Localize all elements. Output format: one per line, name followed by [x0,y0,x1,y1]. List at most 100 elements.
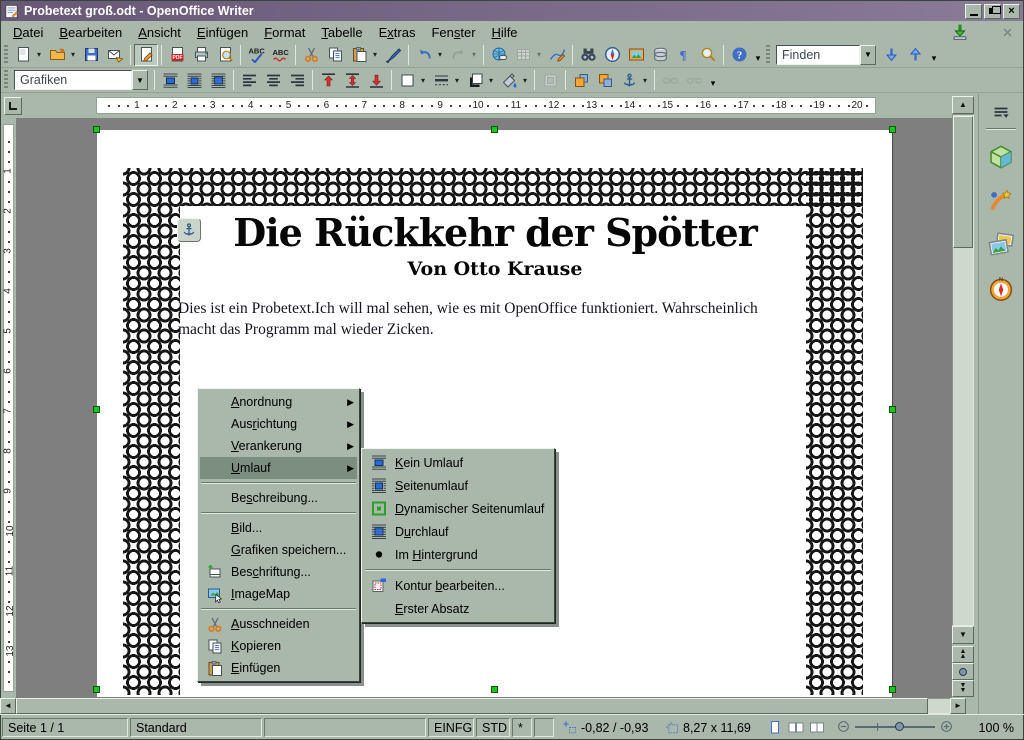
context-menu-item-ausschneiden[interactable]: Ausschneiden [200,613,357,635]
previous-page-button[interactable]: ▲▲ [952,646,974,663]
minimize-button[interactable] [965,4,982,19]
menu-bearbeiten[interactable]: Bearbeiten [51,23,130,42]
anchor-dropdown[interactable]: ▾ [639,69,651,91]
paste-dropdown[interactable]: ▾ [369,44,381,66]
context-menu-item-beschreibung[interactable]: Beschreibung... [200,487,357,509]
view-multi-icon[interactable] [787,719,805,736]
open-button[interactable] [45,44,69,66]
submenu-item-im-hintergrund[interactable]: Im Hintergrund [364,543,552,566]
toolbar-options-icon[interactable]: ▾ [751,44,765,66]
view-single-icon[interactable] [766,719,784,736]
restore-button[interactable] [984,4,1001,19]
status-page-number[interactable]: Seite 1 / 1 [2,718,128,737]
spellcheck-button[interactable]: ABC [244,44,268,66]
navigation-dot-button[interactable] [952,663,974,680]
menu-extras[interactable]: Extras [371,23,424,42]
formatting-marks-button[interactable]: ¶ [672,44,696,66]
zoom-in-icon[interactable] [939,719,954,734]
status-modified-flag[interactable]: * [512,718,532,737]
unlink-frames-button[interactable] [682,69,706,91]
borders-dropdown[interactable]: ▾ [417,69,429,91]
update-available-icon[interactable] [951,23,969,41]
area-fill-button[interactable] [497,69,521,91]
link-frames-button[interactable] [658,69,682,91]
align-left-button[interactable] [237,69,261,91]
copy-button[interactable] [323,44,347,66]
selection-handle-bottom-right[interactable] [889,686,896,693]
submenu-item-erster-absatz[interactable]: Erster Absatz [364,597,552,620]
wrap-through-button[interactable] [206,69,230,91]
paste-button[interactable] [347,44,371,66]
to-top-button[interactable] [316,69,340,91]
context-menu-item-beschriftung[interactable]: Beschriftung... [200,561,357,583]
horizontal-ruler[interactable]: 1234567891011121314151617181920 [1,94,952,118]
context-menu-item-umlauf[interactable]: Umlauf▶ [200,457,357,479]
status-position[interactable]: -0,82 / -0,93 [556,718,656,737]
align-right-button[interactable] [285,69,309,91]
selection-handle-bottom-left[interactable] [93,686,100,693]
send-to-back-button[interactable] [593,69,617,91]
undo-dropdown[interactable]: ▾ [434,44,446,66]
styles-deck-icon[interactable] [988,188,1014,214]
sidebar-settings-icon[interactable] [991,102,1011,122]
draw-functions-button[interactable] [545,44,569,66]
status-insert-mode[interactable]: EINFG [428,718,474,737]
toolbar-options-icon[interactable]: ▾ [927,44,941,66]
line-style-dropdown[interactable]: ▾ [451,69,463,91]
gallery-deck-icon[interactable] [988,232,1014,258]
tab-selector-button[interactable] [4,97,22,115]
context-menu-item-grafiken-speichern[interactable]: Grafiken speichern... [200,539,357,561]
frame-properties-button[interactable] [538,69,562,91]
submenu-item-dynamischer-seitenumlauf[interactable]: Dynamischer Seitenumlauf [364,497,552,520]
shadow-button[interactable] [463,69,487,91]
submenu-item-kein-umlauf[interactable]: Kein Umlauf [364,451,552,474]
cut-button[interactable] [299,44,323,66]
menu-ansicht[interactable]: Ansicht [130,23,189,42]
submenu-item-kontur-bearbeiten[interactable]: Kontur bearbeiten... [364,574,552,597]
document-title[interactable]: Die Rückkehr der Spötter [97,210,893,255]
frame-style-input[interactable]: Grafiken▼ [14,70,148,90]
toolbar-options-icon[interactable]: ▾ [706,69,720,91]
wrap-on-button[interactable] [182,69,206,91]
align-center-button[interactable] [261,69,285,91]
close-button[interactable]: × [1003,4,1020,19]
help-button[interactable]: ? [727,44,751,66]
navigator-deck-icon[interactable]: N [988,276,1014,302]
zoom-button[interactable] [696,44,720,66]
email-button[interactable] [103,44,127,66]
status-selection-mode[interactable]: STD [476,718,510,737]
zoom-slider-track[interactable] [855,726,935,728]
area-fill-dropdown[interactable]: ▾ [519,69,531,91]
scroll-down-button[interactable]: ▼ [952,626,974,644]
selection-handle-bottom-center[interactable] [491,686,498,693]
selection-handle-mid-right[interactable] [889,406,896,413]
context-menu-item-verankerung[interactable]: Verankerung▶ [200,435,357,457]
menu-format[interactable]: Format [256,23,313,42]
context-menu-item-einfugen[interactable]: Einfügen [200,657,357,679]
toolbar-drag-handle[interactable] [4,45,8,65]
document-byline[interactable]: Von Otto Krause [97,258,893,280]
properties-deck-icon[interactable] [988,144,1014,170]
format-paintbrush-button[interactable] [381,44,405,66]
edit-file-button[interactable] [134,44,158,66]
export-pdf-button[interactable]: PDF [165,44,189,66]
ornament-border-top[interactable] [123,168,863,206]
menu-einfugen[interactable]: Einfügen [189,23,256,42]
page-preview-button[interactable] [213,44,237,66]
submenu-item-durchlauf[interactable]: Durchlauf [364,520,552,543]
new-document-button[interactable] [11,44,35,66]
open-dropdown[interactable]: ▾ [67,44,79,66]
menu-hilfe[interactable]: Hilfe [484,23,526,42]
borders-button[interactable] [395,69,419,91]
gallery-button[interactable] [624,44,648,66]
bring-to-front-button[interactable] [569,69,593,91]
context-menu-item-anordnung[interactable]: Anordnung▶ [200,391,357,413]
titlebar[interactable]: Probetext groß.odt - OpenOffice Writer × [1,1,1023,21]
scroll-left-button[interactable]: ◄ [0,698,16,714]
print-button[interactable] [189,44,213,66]
find-input[interactable]: Finden▼ [776,45,876,65]
scroll-up-button[interactable]: ▲ [952,96,974,114]
zoom-out-icon[interactable] [836,719,851,734]
navigator-button[interactable] [600,44,624,66]
find-input-value[interactable]: Finden [776,45,860,65]
